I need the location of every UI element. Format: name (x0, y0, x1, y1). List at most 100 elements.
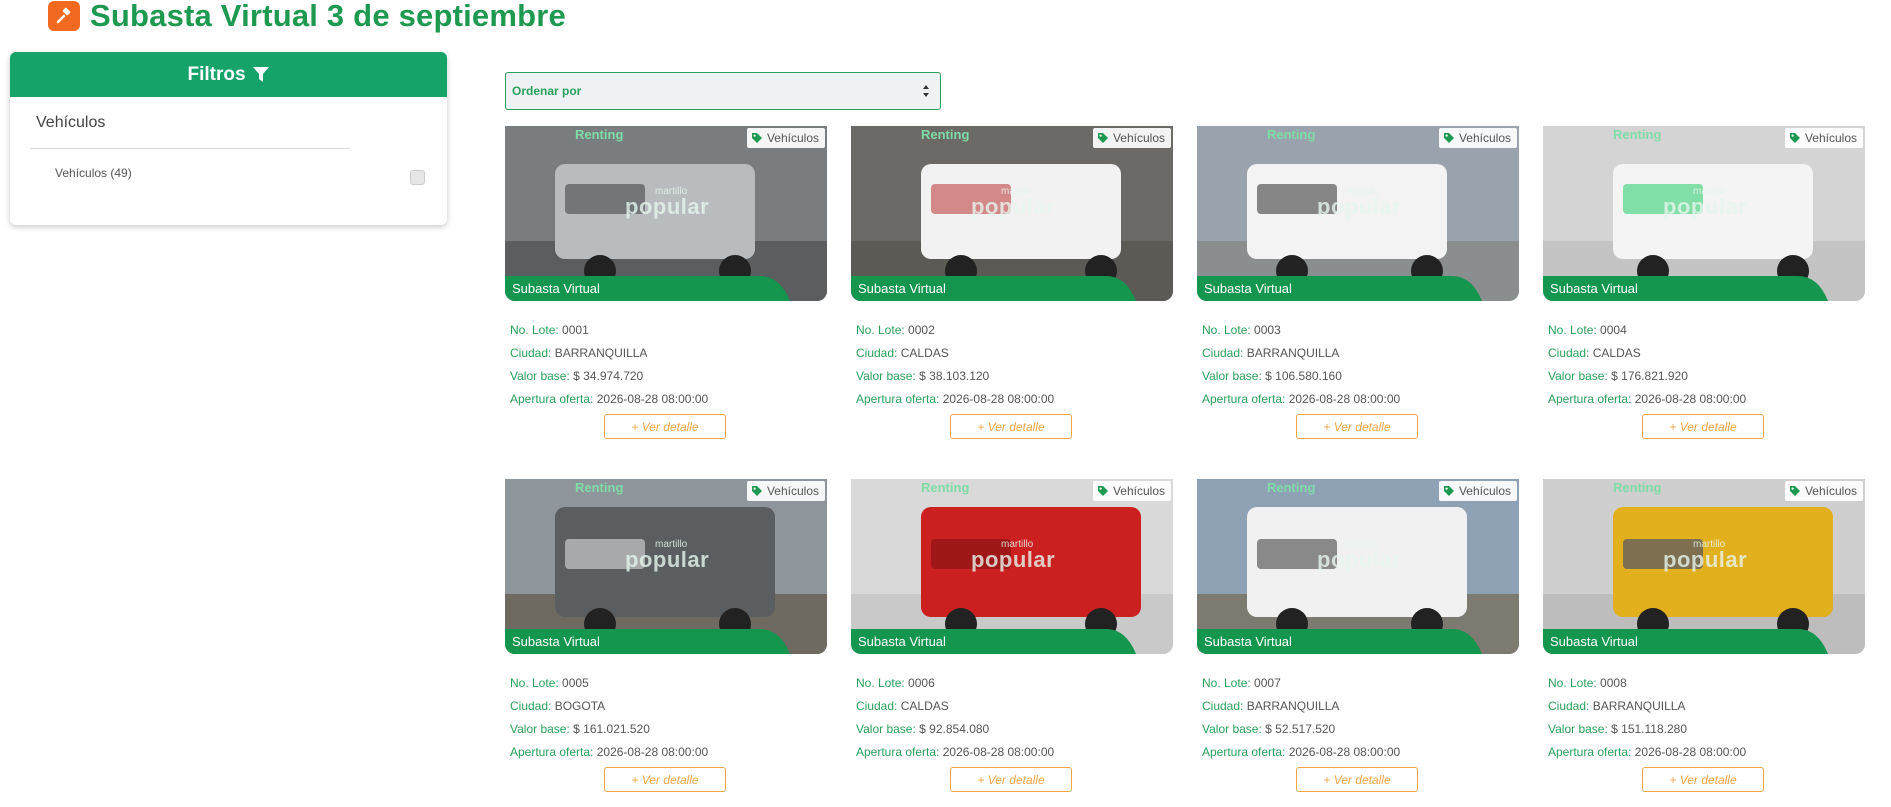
opening-value: 2026-08-28 08:00:00 (1634, 745, 1747, 759)
base-value-value: $ 38.103.120 (919, 369, 990, 383)
brand-watermark: popular (625, 547, 710, 572)
filters-header[interactable]: Filtros (10, 52, 447, 97)
view-detail-button[interactable]: + Ver detalle (950, 767, 1072, 792)
lot-number-value: 0004 (1600, 323, 1627, 337)
opening-label: Apertura oferta: (510, 745, 594, 759)
view-detail-button[interactable]: + Ver detalle (604, 414, 726, 439)
category-tag: Vehículos (1784, 128, 1863, 148)
lot-photo[interactable]: Renting martillo popular Vehículos Subas… (1543, 479, 1865, 654)
city-row: Ciudad: BARRANQUILLA (510, 342, 708, 365)
auction-label: Subasta Virtual (1550, 281, 1638, 296)
auction-label: Subasta Virtual (858, 634, 946, 649)
lot-number-value: 0007 (1254, 676, 1281, 690)
view-detail-button[interactable]: + Ver detalle (1296, 767, 1418, 792)
lot-number-row: No. Lote: 0003 (1202, 319, 1400, 342)
opening-label: Apertura oferta: (510, 392, 594, 406)
lot-number-label: No. Lote: (856, 323, 905, 337)
lot-number-row: No. Lote: 0001 (510, 319, 708, 342)
lot-number-value: 0006 (908, 676, 935, 690)
sort-select[interactable]: Ordenar por (505, 72, 941, 110)
filter-group-title: Vehículos (36, 114, 106, 131)
view-detail-button[interactable]: + Ver detalle (604, 767, 726, 792)
brand-watermark: popular (625, 194, 710, 219)
lot-card[interactable]: Renting martillo popular Vehículos Subas… (505, 479, 827, 806)
auction-banner: Subasta Virtual (851, 629, 1173, 654)
view-detail-button[interactable]: + Ver detalle (1642, 414, 1764, 439)
base-value-label: Valor base: (1548, 369, 1608, 383)
opening-row: Apertura oferta: 2026-08-28 08:00:00 (1548, 741, 1746, 764)
category-label: Vehículos (766, 484, 819, 498)
lot-card[interactable]: Renting martillo popular Vehículos Subas… (505, 126, 827, 453)
city-row: Ciudad: BARRANQUILLA (1548, 695, 1746, 718)
city-row: Ciudad: CALDAS (856, 695, 1054, 718)
tag-icon (1097, 486, 1108, 496)
base-value-row: Valor base: $ 38.103.120 (856, 365, 1054, 388)
filter-option-checkbox[interactable] (410, 170, 425, 185)
lot-photo[interactable]: Renting martillo popular Vehículos Subas… (851, 479, 1173, 654)
city-label: Ciudad: (1202, 346, 1244, 360)
base-value-value: $ 92.854.080 (919, 722, 990, 736)
lot-card[interactable]: Renting martillo popular Vehículos Subas… (1197, 126, 1519, 453)
opening-row: Apertura oferta: 2026-08-28 08:00:00 (1548, 388, 1746, 411)
opening-value: 2026-08-28 08:00:00 (596, 392, 709, 406)
base-value-row: Valor base: $ 34.974.720 (510, 365, 708, 388)
lot-number-value: 0003 (1254, 323, 1281, 337)
city-label: Ciudad: (856, 346, 898, 360)
city-value: CALDAS (900, 699, 949, 713)
lot-photo[interactable]: Renting martillo popular Vehículos Subas… (1543, 126, 1865, 301)
lot-photo[interactable]: Renting martillo popular Vehículos Subas… (851, 126, 1173, 301)
lot-card[interactable]: Renting martillo popular Vehículos Subas… (1543, 479, 1865, 806)
tag-icon (751, 133, 762, 143)
view-detail-button[interactable]: + Ver detalle (1642, 767, 1764, 792)
base-value-value: $ 106.580.160 (1265, 369, 1342, 383)
category-tag: Vehículos (746, 481, 825, 501)
lot-photo[interactable]: Renting martillo popular Vehículos Subas… (1197, 479, 1519, 654)
lot-photo[interactable]: Renting martillo popular Vehículos Subas… (1197, 126, 1519, 301)
city-label: Ciudad: (1548, 699, 1590, 713)
opening-row: Apertura oferta: 2026-08-28 08:00:00 (510, 741, 708, 764)
lot-info: No. Lote: 0002 Ciudad: CALDAS Valor base… (856, 319, 1054, 411)
base-value-value: $ 34.974.720 (573, 369, 644, 383)
lot-photo[interactable]: Renting martillo popular Vehículos Subas… (505, 126, 827, 301)
lot-number-value: 0005 (562, 676, 589, 690)
lot-number-row: No. Lote: 0002 (856, 319, 1054, 342)
opening-row: Apertura oferta: 2026-08-28 08:00:00 (856, 741, 1054, 764)
category-tag: Vehículos (1438, 481, 1517, 501)
base-value-label: Valor base: (856, 722, 916, 736)
brand-watermark: popular (1663, 194, 1748, 219)
base-value-row: Valor base: $ 52.517.520 (1202, 718, 1400, 741)
city-value: CALDAS (1592, 346, 1641, 360)
category-tag: Vehículos (1438, 128, 1517, 148)
lot-number-label: No. Lote: (1548, 676, 1597, 690)
category-label: Vehículos (1458, 484, 1511, 498)
renting-watermark: Renting (921, 127, 970, 142)
base-value-label: Valor base: (856, 369, 916, 383)
select-arrows-icon (923, 85, 929, 97)
tag-icon (1789, 486, 1800, 496)
auction-label: Subasta Virtual (1550, 634, 1638, 649)
base-value-value: $ 52.517.520 (1265, 722, 1336, 736)
base-value-value: $ 151.118.280 (1611, 722, 1688, 736)
base-value-label: Valor base: (510, 369, 570, 383)
opening-label: Apertura oferta: (1202, 745, 1286, 759)
view-detail-button[interactable]: + Ver detalle (950, 414, 1072, 439)
page-header: Subasta Virtual 3 de septiembre (48, 0, 566, 33)
city-value: BARRANQUILLA (1246, 346, 1340, 360)
lot-card[interactable]: Renting martillo popular Vehículos Subas… (851, 126, 1173, 453)
lot-card[interactable]: Renting martillo popular Vehículos Subas… (1197, 479, 1519, 806)
opening-label: Apertura oferta: (1202, 392, 1286, 406)
category-label: Vehículos (1804, 131, 1857, 145)
opening-value: 2026-08-28 08:00:00 (596, 745, 709, 759)
category-label: Vehículos (766, 131, 819, 145)
lot-info: No. Lote: 0006 Ciudad: CALDAS Valor base… (856, 672, 1054, 764)
opening-value: 2026-08-28 08:00:00 (942, 392, 1055, 406)
base-value-row: Valor base: $ 151.118.280 (1548, 718, 1746, 741)
base-value-label: Valor base: (1548, 722, 1608, 736)
lot-card[interactable]: Renting martillo popular Vehículos Subas… (1543, 126, 1865, 453)
city-row: Ciudad: CALDAS (1548, 342, 1746, 365)
lot-photo[interactable]: Renting martillo popular Vehículos Subas… (505, 479, 827, 654)
view-detail-button[interactable]: + Ver detalle (1296, 414, 1418, 439)
auction-banner: Subasta Virtual (1543, 629, 1865, 654)
lot-card[interactable]: Renting martillo popular Vehículos Subas… (851, 479, 1173, 806)
category-label: Vehículos (1458, 131, 1511, 145)
